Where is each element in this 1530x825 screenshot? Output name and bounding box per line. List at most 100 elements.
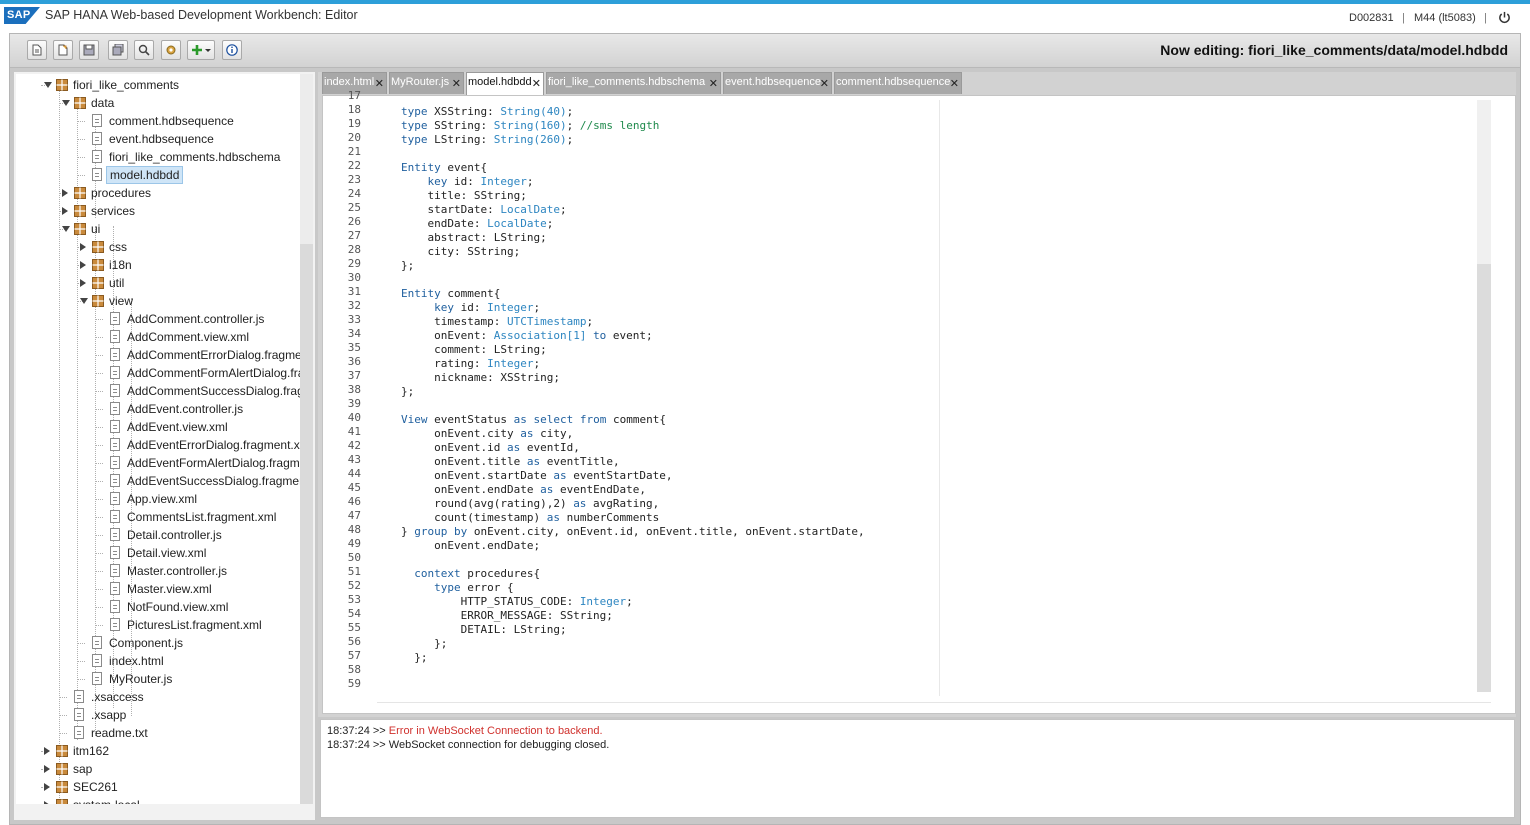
tree-file[interactable]: Component.js: [16, 634, 300, 652]
save-all-icon[interactable]: [108, 40, 128, 60]
code-line[interactable]: type SString: String(160); //sms length: [401, 119, 659, 132]
tree-file[interactable]: AddEventErrorDialog.fragment.xml: [16, 436, 300, 454]
new-file-icon[interactable]: [27, 40, 47, 60]
close-icon[interactable]: ✕: [950, 75, 959, 93]
tree-file[interactable]: Detail.controller.js: [16, 526, 300, 544]
code-content[interactable]: type XSString: String(40); type SString: …: [373, 98, 1253, 702]
expand-arrow-icon[interactable]: [44, 82, 52, 88]
system-id[interactable]: M44 (lt5083): [1414, 12, 1476, 24]
tree-file[interactable]: Master.view.xml: [16, 580, 300, 598]
open-file-icon[interactable]: [53, 40, 73, 60]
code-line[interactable]: } group by onEvent.city, onEvent.id, onE…: [401, 525, 865, 538]
code-line[interactable]: onEvent: Association[1] to event;: [401, 329, 653, 342]
code-line[interactable]: type error {: [401, 581, 513, 594]
code-line[interactable]: round(avg(rating),2) as avgRating,: [401, 497, 659, 510]
code-line[interactable]: key id: Integer;: [401, 301, 540, 314]
code-line[interactable]: onEvent.title as eventTitle,: [401, 455, 619, 468]
editor-horizontal-scrollbar[interactable]: [377, 702, 1491, 711]
tree-folder[interactable]: system-local: [16, 796, 300, 804]
close-icon[interactable]: ✕: [820, 75, 829, 93]
code-line[interactable]: Entity event{: [401, 161, 487, 174]
code-line[interactable]: onEvent.city as city,: [401, 427, 573, 440]
tree-file[interactable]: AddEvent.controller.js: [16, 400, 300, 418]
tree-file[interactable]: Master.controller.js: [16, 562, 300, 580]
code-line[interactable]: startDate: LocalDate;: [401, 203, 566, 216]
collapse-arrow-icon[interactable]: [80, 243, 86, 251]
code-line[interactable]: key id: Integer;: [401, 175, 534, 188]
code-line[interactable]: title: SString;: [401, 189, 526, 202]
tree-folder[interactable]: fiori_like_comments: [16, 76, 300, 94]
tree-folder[interactable]: css: [16, 238, 300, 256]
editor-tab[interactable]: comment.hdbsequence ✕: [834, 72, 962, 94]
code-line[interactable]: type XSString: String(40);: [401, 105, 573, 118]
code-line[interactable]: nickname: XSString;: [401, 371, 560, 384]
tree-file[interactable]: PicturesList.fragment.xml: [16, 616, 300, 634]
add-icon[interactable]: [187, 40, 215, 60]
collapse-arrow-icon[interactable]: [80, 261, 86, 269]
code-line[interactable]: onEvent.startDate as eventStartDate,: [401, 469, 672, 482]
tree-file[interactable]: AddCommentFormAlertDialog.fragment.xml: [16, 364, 300, 382]
tree-folder[interactable]: services: [16, 202, 300, 220]
collapse-arrow-icon[interactable]: [80, 279, 86, 287]
tree-folder[interactable]: data: [16, 94, 300, 112]
code-line[interactable]: };: [401, 637, 447, 650]
code-line[interactable]: HTTP_STATUS_CODE: Integer;: [401, 595, 633, 608]
tree-file[interactable]: .xsaccess: [16, 688, 300, 706]
tree-file[interactable]: NotFound.view.xml: [16, 598, 300, 616]
code-line[interactable]: onEvent.endDate as eventEndDate,: [401, 483, 646, 496]
tree-file[interactable]: comment.hdbsequence: [16, 112, 300, 130]
tree-file[interactable]: event.hdbsequence: [16, 130, 300, 148]
tree-folder[interactable]: sap: [16, 760, 300, 778]
tree-file[interactable]: App.view.xml: [16, 490, 300, 508]
code-line[interactable]: type LString: String(260);: [401, 133, 573, 146]
expand-arrow-icon[interactable]: [62, 100, 70, 106]
tree-file[interactable]: .xsapp: [16, 706, 300, 724]
info-icon[interactable]: [222, 40, 242, 60]
close-icon[interactable]: ✕: [532, 75, 541, 93]
tree-file[interactable]: Detail.view.xml: [16, 544, 300, 562]
tab-active[interactable]: model.hdbdd ✕: [466, 72, 544, 95]
tree-file[interactable]: AddCommentErrorDialog.fragment.xml: [16, 346, 300, 364]
tree-file[interactable]: AddComment.view.xml: [16, 328, 300, 346]
code-line[interactable]: context procedures{: [401, 567, 540, 580]
tree-file[interactable]: fiori_like_comments.hdbschema: [16, 148, 300, 166]
search-icon[interactable]: [134, 40, 154, 60]
tree-folder[interactable]: itm162: [16, 742, 300, 760]
close-icon[interactable]: ✕: [709, 75, 718, 93]
code-line[interactable]: city: SString;: [401, 245, 520, 258]
code-line[interactable]: endDate: LocalDate;: [401, 217, 553, 230]
code-line[interactable]: ERROR_MESSAGE: SString;: [401, 609, 613, 622]
collapse-arrow-icon[interactable]: [62, 207, 68, 215]
save-icon[interactable]: [79, 40, 99, 60]
tree-file[interactable]: MyRouter.js: [16, 670, 300, 688]
code-editor[interactable]: 17 18 19 20 21 22 23 24 25 26 27 28 29 30 31 32 33 34 35 36…: [322, 89, 1516, 714]
collapse-arrow-icon[interactable]: [44, 765, 50, 773]
code-line[interactable]: Entity comment{: [401, 287, 500, 300]
tree-folder[interactable]: SEC261: [16, 778, 300, 796]
power-icon[interactable]: [1498, 11, 1511, 24]
code-line[interactable]: comment: LString;: [401, 343, 547, 356]
collapse-arrow-icon[interactable]: [44, 801, 50, 804]
code-line[interactable]: };: [401, 651, 427, 664]
settings-icon[interactable]: [161, 40, 181, 60]
tree-file[interactable]: CommentsList.fragment.xml: [16, 508, 300, 526]
tree-file[interactable]: AddEventFormAlertDialog.fragment.xml: [16, 454, 300, 472]
close-icon[interactable]: ✕: [375, 75, 384, 93]
tree-folder[interactable]: util: [16, 274, 300, 292]
code-line[interactable]: DETAIL: LString;: [401, 623, 567, 636]
editor-tab[interactable]: event.hdbsequence ✕: [723, 72, 832, 94]
tree-file[interactable]: readme.txt: [16, 724, 300, 742]
expand-arrow-icon[interactable]: [62, 226, 70, 232]
expand-arrow-icon[interactable]: [80, 298, 88, 304]
tree-folder[interactable]: i18n: [16, 256, 300, 274]
tree-file[interactable]: model.hdbdd: [16, 166, 300, 184]
close-icon[interactable]: ✕: [452, 75, 461, 93]
code-line[interactable]: };: [401, 385, 414, 398]
tree-file[interactable]: index.html: [16, 652, 300, 670]
tree-file[interactable]: AddEventSuccessDialog.fragment.xml: [16, 472, 300, 490]
editor-tab[interactable]: fiori_like_comments.hdbschema ✕: [546, 72, 721, 94]
collapse-arrow-icon[interactable]: [44, 783, 50, 791]
collapse-arrow-icon[interactable]: [62, 189, 68, 197]
code-line[interactable]: count(timestamp) as numberComments: [401, 511, 659, 524]
code-line[interactable]: rating: Integer;: [401, 357, 540, 370]
